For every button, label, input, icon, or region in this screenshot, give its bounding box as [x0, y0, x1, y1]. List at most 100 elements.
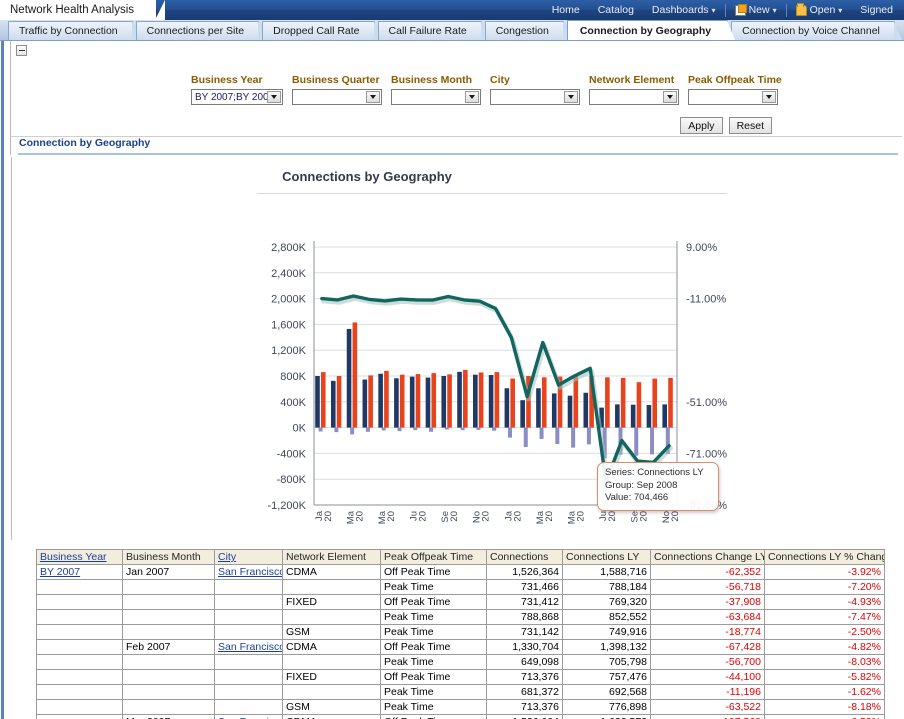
tab-dropped-call-rate[interactable]: Dropped Call Rate [262, 21, 374, 40]
cell-connections-ly: 1,398,132 [563, 640, 651, 655]
chevron-down-icon[interactable] [564, 91, 578, 103]
cell-network-element [283, 610, 381, 625]
cell-peak-offpeak-time: Off Peak Time [381, 640, 487, 655]
filter-controls-row: Business Year BY 2007;BY 200 Business Qu… [191, 74, 791, 105]
filter-city-select[interactable] [490, 89, 580, 105]
reset-button[interactable]: Reset [729, 117, 772, 134]
nav-link-home[interactable]: Home [543, 0, 589, 20]
filter-network-element-select[interactable] [589, 89, 679, 105]
filter-peak-offpeak-time-label: Peak Offpeak Time [688, 74, 782, 86]
tab-connection-by-geography[interactable]: Connection by Geography [567, 20, 728, 40]
svg-text:-51.00%: -51.00% [686, 397, 727, 409]
chevron-down-icon: ▾ [773, 6, 777, 15]
cell-city [215, 610, 283, 625]
table-row: Peak Time788,868852,552-63,684-7.47% [37, 610, 885, 625]
svg-text:20: 20 [354, 511, 365, 522]
nav-link-catalog[interactable]: Catalog [589, 0, 643, 20]
tab-congestion[interactable]: Congestion [485, 21, 564, 40]
cell-connections-ly-pct-change: -8.18% [765, 700, 885, 715]
tab-label: Connection by Geography [580, 25, 711, 37]
cell-city[interactable]: San Francisco [215, 565, 283, 580]
nav-link-open[interactable]: Open ▾ [787, 0, 852, 20]
tab-label: Connection by Voice Channel [742, 25, 880, 37]
apply-button[interactable]: Apply [680, 117, 722, 134]
cell-connections-ly: 1,633,572 [563, 715, 651, 719]
tab-label: Call Failure Rate [389, 25, 467, 37]
cell-connections-ly: 692,568 [563, 685, 651, 700]
cell-business-year[interactable]: BY 2007 [37, 565, 123, 580]
filter-business-month-select[interactable] [391, 89, 481, 105]
cell-peak-offpeak-time: Peak Time [381, 625, 487, 640]
cell-connections: 731,466 [487, 580, 563, 595]
chevron-down-icon[interactable] [465, 91, 479, 103]
connections-data-table: Business YearBusiness MonthCityNetwork E… [36, 549, 885, 719]
cell-business-month: Mar 2007 [123, 715, 215, 719]
tab-call-failure-rate[interactable]: Call Failure Rate [378, 21, 482, 40]
chevron-down-icon[interactable] [663, 91, 677, 103]
cell-peak-offpeak-time: Off Peak Time [381, 715, 487, 719]
filter-peak-offpeak-time-select[interactable] [688, 89, 778, 105]
connections-by-geography-chart[interactable]: 2,800K2,400K2,000K1,600K1,200K800K400K0K… [12, 157, 902, 540]
cell-city[interactable]: San Francisco [215, 715, 283, 719]
cell-city [215, 700, 283, 715]
filter-business-quarter: Business Quarter [292, 74, 382, 105]
cell-network-element: CDMA [283, 640, 381, 655]
filter-business-quarter-select[interactable] [292, 89, 382, 105]
svg-text:-800K: -800K [277, 474, 307, 486]
cell-business-year [37, 715, 123, 719]
cell-connections-ly-pct-change: -6.58% [765, 715, 885, 719]
cell-network-element: FIXED [283, 670, 381, 685]
cell-peak-offpeak-time: Peak Time [381, 685, 487, 700]
svg-text:0K: 0K [293, 423, 307, 435]
cell-connections-change-ly: -11,196 [651, 685, 765, 700]
table-header-0[interactable]: Business Year [37, 550, 123, 565]
cell-city [215, 655, 283, 670]
svg-text:20: 20 [449, 511, 460, 522]
table-header-6: Connections LY [563, 550, 651, 565]
svg-text:2,000K: 2,000K [271, 294, 307, 306]
nav-link-signed-in[interactable]: Signed [851, 0, 902, 20]
nav-link-catalog-label: Catalog [598, 4, 634, 16]
table-row: FIXEDOff Peak Time713,376757,476-44,100-… [37, 670, 885, 685]
cell-connections: 1,526,364 [487, 565, 563, 580]
cell-connections-ly-pct-change: -5.82% [765, 670, 885, 685]
table-row: Feb 2007San FranciscoCDMAOff Peak Time1,… [37, 640, 885, 655]
tab-traffic-by-connection[interactable]: Traffic by Connection [8, 21, 133, 40]
chevron-down-icon[interactable] [267, 91, 281, 103]
global-nav: Home Catalog Dashboards ▾ New ▾ Open ▾ S… [543, 0, 904, 20]
tab-connection-by-voice-channel[interactable]: Connection by Voice Channel [731, 21, 895, 40]
table-row: Peak Time681,372692,568-11,196-1.62% [37, 685, 885, 700]
table-body: BY 2007Jan 2007San FranciscoCDMAOff Peak… [37, 565, 885, 719]
svg-text:1,600K: 1,600K [271, 319, 307, 331]
nav-link-new[interactable]: New ▾ [726, 0, 786, 20]
table-row: Peak Time649,098705,798-56,700-8.03% [37, 655, 885, 670]
cell-connections: 713,376 [487, 700, 563, 715]
cell-business-year [37, 625, 123, 640]
tab-label: Congestion [496, 25, 549, 37]
table-header-2[interactable]: City [215, 550, 283, 565]
data-table-container: Business YearBusiness MonthCityNetwork E… [36, 549, 904, 719]
collapse-minus-icon[interactable] [16, 45, 27, 56]
cell-connections: 731,412 [487, 595, 563, 610]
folder-open-icon [796, 5, 807, 16]
left-edge-rail [0, 41, 6, 719]
nav-link-dashboards[interactable]: Dashboards ▾ [643, 0, 725, 20]
cell-peak-offpeak-time: Peak Time [381, 580, 487, 595]
cell-peak-offpeak-time: Peak Time [381, 700, 487, 715]
app-title-tab[interactable]: Network Health Analysis [0, 0, 156, 20]
filter-peak-offpeak-time: Peak Offpeak Time [688, 74, 782, 105]
svg-text:2,800K: 2,800K [271, 242, 307, 254]
filter-business-year-select[interactable]: BY 2007;BY 200 [191, 89, 283, 105]
svg-text:20: 20 [607, 511, 618, 522]
svg-text:9.00%: 9.00% [686, 242, 717, 254]
svg-text:-400K: -400K [277, 448, 307, 460]
tab-connections-per-site[interactable]: Connections per Site [136, 21, 259, 40]
chevron-down-icon[interactable] [366, 91, 380, 103]
cell-connections-change-ly: -44,100 [651, 670, 765, 685]
cell-network-element: CDMA [283, 715, 381, 719]
cell-city[interactable]: San Francisco [215, 640, 283, 655]
table-row: Mar 2007San FranciscoCDMAOff Peak Time 1,… [37, 715, 885, 719]
tab-label: Connections per Site [147, 25, 244, 37]
nav-link-dashboards-label: Dashboards [652, 4, 709, 16]
chevron-down-icon[interactable] [762, 91, 776, 103]
